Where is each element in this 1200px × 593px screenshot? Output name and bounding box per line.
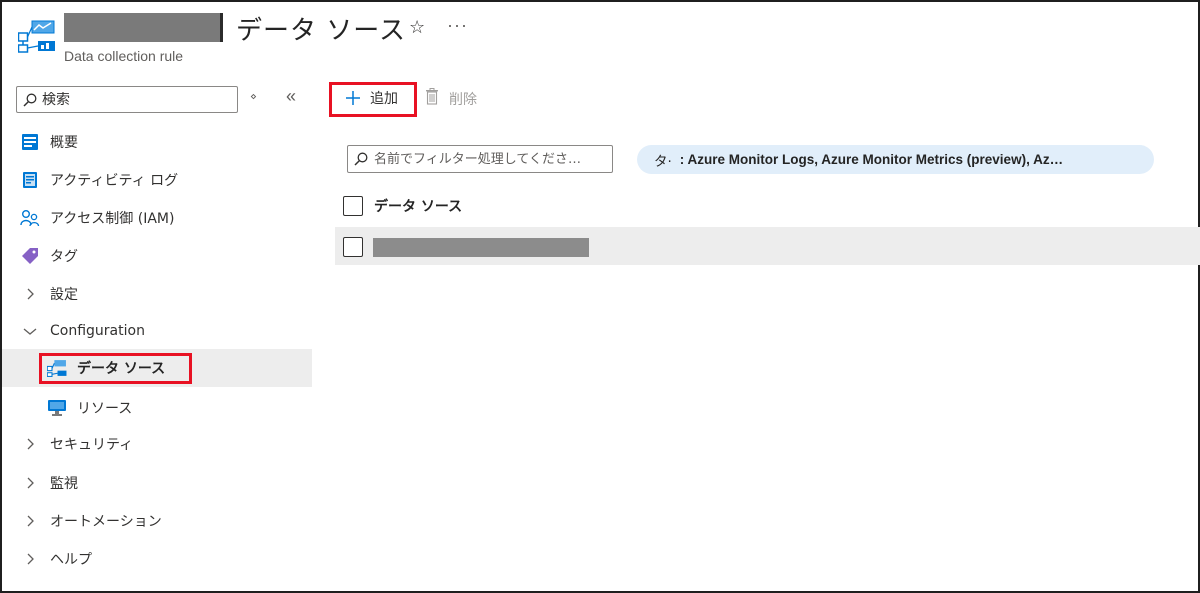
sidebar-item-label: オートメーション xyxy=(50,514,162,530)
favorite-star-icon[interactable]: ☆ xyxy=(409,17,425,38)
activity-log-icon xyxy=(20,170,40,190)
filter-pill-value: : Azure Monitor Logs, Azure Monitor Metr… xyxy=(679,152,1064,167)
sidebar-item-label: リソース xyxy=(77,401,133,417)
sidebar-item-label: Configuration xyxy=(50,323,145,339)
delete-button[interactable]: 削除 xyxy=(425,88,477,109)
chevron-right-icon xyxy=(20,473,40,493)
collapse-sidebar-icon[interactable]: « xyxy=(286,86,296,107)
data-collection-rule-icon xyxy=(18,20,55,53)
sidebar-item-help[interactable]: ヘルプ xyxy=(2,540,312,578)
name-filter-input[interactable] xyxy=(374,151,609,167)
chevron-right-icon xyxy=(20,511,40,531)
sidebar-item-settings[interactable]: 設定 xyxy=(2,275,312,313)
selected-item-highlight-box xyxy=(39,353,192,384)
chevron-right-icon xyxy=(20,284,40,304)
sidebar-item-label: 設定 xyxy=(50,287,78,303)
chevron-right-icon xyxy=(20,434,40,454)
name-filter-box[interactable] xyxy=(347,145,613,173)
page-title: データ ソース xyxy=(236,16,406,46)
sidebar-item-label: アクティビティ ログ xyxy=(50,173,179,189)
sidebar-item-automation[interactable]: オートメーション xyxy=(2,502,312,540)
column-header-data-source[interactable]: データ ソース xyxy=(374,196,462,216)
sidebar-item-configuration[interactable]: Configuration xyxy=(2,312,312,350)
type-filter-pill[interactable]: タ· : Azure Monitor Logs, Azure Monitor M… xyxy=(637,145,1154,174)
overview-icon xyxy=(20,132,40,152)
chevron-down-icon xyxy=(20,321,40,341)
sidebar-item-tags[interactable]: タグ xyxy=(2,237,312,275)
sidebar-item-label: アクセス制御 (IAM) xyxy=(50,211,175,227)
redacted-resource-name xyxy=(64,13,220,42)
sidebar-item-label: 監視 xyxy=(50,476,78,492)
sidebar-item-label: ヘルプ xyxy=(50,552,92,568)
resources-icon xyxy=(47,398,67,418)
search-icon xyxy=(23,93,37,107)
iam-icon xyxy=(20,208,40,228)
sort-toggle-icon[interactable]: ⋄ xyxy=(250,90,257,103)
title-separator xyxy=(220,13,223,42)
search-icon xyxy=(354,152,368,166)
window-frame: データ ソース ☆ ··· Data collection rule ⋄ « 概… xyxy=(0,0,1200,593)
sidebar-item-resources[interactable]: リソース xyxy=(2,389,312,427)
more-options-icon[interactable]: ··· xyxy=(447,15,468,36)
row-checkbox[interactable] xyxy=(343,237,363,257)
sidebar-search-input[interactable] xyxy=(42,91,222,108)
sidebar-item-label: 概要 xyxy=(50,135,78,151)
tag-icon xyxy=(20,246,40,266)
sidebar-item-label: タグ xyxy=(50,249,78,265)
sidebar-item-iam[interactable]: アクセス制御 (IAM) xyxy=(2,199,312,237)
trash-icon xyxy=(425,88,439,109)
delete-button-label: 削除 xyxy=(449,91,477,108)
sidebar-search-box[interactable] xyxy=(16,86,238,113)
sidebar-item-monitoring[interactable]: 監視 xyxy=(2,464,312,502)
sidebar-item-label: セキュリティ xyxy=(50,437,134,453)
sidebar-item-activity-log[interactable]: アクティビティ ログ xyxy=(2,161,312,199)
select-all-checkbox[interactable] xyxy=(343,196,363,216)
add-button-highlight-box xyxy=(329,82,417,117)
redacted-data-source-name xyxy=(373,238,589,257)
sidebar-item-overview[interactable]: 概要 xyxy=(2,123,312,161)
chevron-right-icon xyxy=(20,549,40,569)
sidebar-item-security[interactable]: セキュリティ xyxy=(2,425,312,463)
resource-type-subtitle: Data collection rule xyxy=(64,48,184,64)
filter-pill-key: タ· xyxy=(654,153,672,170)
